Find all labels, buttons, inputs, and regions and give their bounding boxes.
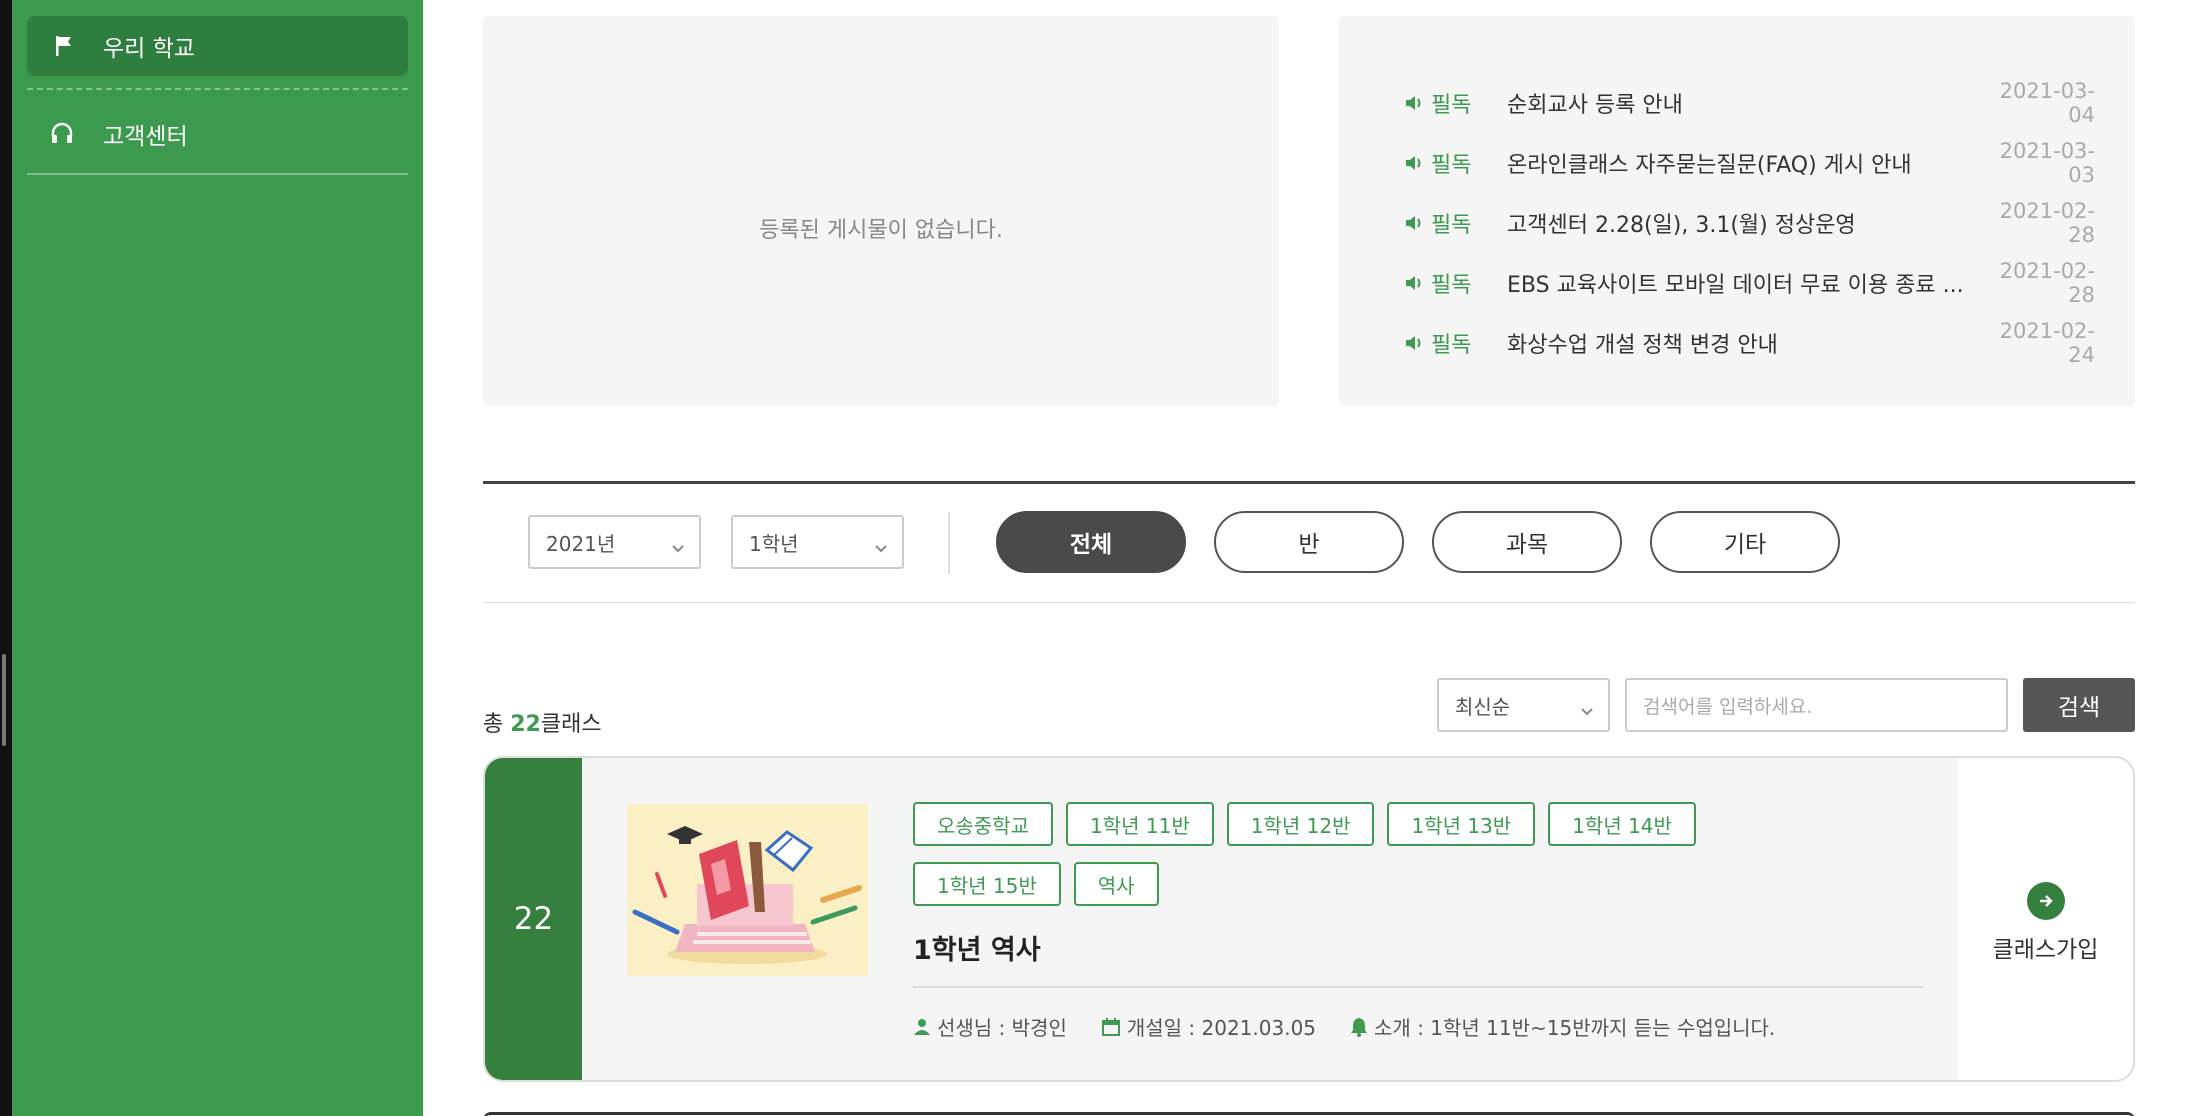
total-count: 총 22클래스 <box>483 706 602 738</box>
sort-select[interactable]: 최신순 <box>1437 678 1610 732</box>
notice-date: 2021-02-24 <box>1999 319 2095 367</box>
must-read-badge: 필독 <box>1405 87 1507 119</box>
grade-select-value: 1학년 <box>749 531 799 556</box>
flag-icon <box>49 31 79 61</box>
tag-subject: 역사 <box>1073 862 1159 906</box>
window-edge <box>0 0 12 1116</box>
card-divider <box>913 986 1923 988</box>
notice-item[interactable]: 필독 순회교사 등록 안내 2021-03-04 <box>1405 73 2095 133</box>
notice-date: 2021-02-28 <box>1999 199 2095 247</box>
sort-select-value: 최신순 <box>1455 694 1511 719</box>
headset-icon <box>47 119 77 149</box>
notice-item[interactable]: 필독 온라인클래스 자주묻는질문(FAQ) 게시 안내 2021-03-03 <box>1405 133 2095 193</box>
section-divider <box>483 481 2135 484</box>
sidebar-divider <box>27 88 408 90</box>
tag-class: 1학년 14반 <box>1548 802 1696 846</box>
empty-message: 등록된 게시물이 없습니다. <box>759 218 1003 243</box>
sidebar-item-label: 우리 학교 <box>103 36 195 62</box>
bell-icon <box>1351 1017 1368 1037</box>
notice-item[interactable]: 필독 고객센터 2.28(일), 3.1(월) 정상운영 2021-02-28 <box>1405 193 2095 253</box>
tab-other[interactable]: 기타 <box>1650 511 1840 573</box>
tab-all[interactable]: 전체 <box>996 511 1186 573</box>
class-title[interactable]: 1학년 역사 <box>913 928 1041 967</box>
class-card[interactable]: 22 오송중학교 1학년 11반 1학년 12반 1학년 13반 1학년 14반… <box>483 756 2135 1082</box>
search-button[interactable]: 검색 <box>2023 678 2135 732</box>
sidebar-item-customer-center[interactable]: 고객센터 <box>27 104 408 164</box>
tab-class[interactable]: 반 <box>1214 511 1404 573</box>
badge-label: 필독 <box>1431 333 1472 358</box>
must-read-badge: 필독 <box>1405 327 1507 359</box>
join-class-button[interactable]: 클래스가입 <box>1958 882 2133 964</box>
sidebar-item-our-school[interactable]: 우리 학교 <box>27 16 408 76</box>
class-meta: 선생님 : 박경인 개설일 : 2021.03.05 소개 : 1학년 11반~… <box>913 1012 1809 1041</box>
sidebar: 우리 학교 고객센터 <box>12 0 423 1116</box>
must-read-badge: 필독 <box>1405 147 1507 179</box>
teacher-text: 선생님 : 박경인 <box>937 1016 1067 1040</box>
badge-label: 필독 <box>1431 93 1472 118</box>
filter-separator <box>948 512 950 574</box>
next-class-card[interactable] <box>483 1112 2135 1116</box>
badge-label: 필독 <box>1431 213 1472 238</box>
page: 우리 학교 고객센터 등록된 게시물이 없습니다. 필독 순회교사 등록 안내 … <box>0 0 2186 1116</box>
join-column: 클래스가입 <box>1958 758 2133 1080</box>
tag-class: 1학년 13반 <box>1387 802 1536 846</box>
school-board-panel: 등록된 게시물이 없습니다. <box>483 16 1279 406</box>
join-class-label: 클래스가입 <box>1992 937 2099 963</box>
tag-class: 1학년 12반 <box>1226 802 1375 846</box>
notice-date: 2021-02-28 <box>1999 259 2095 307</box>
tag-class: 1학년 15반 <box>913 862 1061 906</box>
open-date-info: 개설일 : 2021.03.05 <box>1101 1012 1316 1041</box>
tag-school: 오송중학교 <box>913 802 1053 846</box>
teacher-info: 선생님 : 박경인 <box>913 1012 1067 1041</box>
calendar-icon <box>1101 1017 1120 1036</box>
open-date-text: 개설일 : 2021.03.05 <box>1126 1016 1317 1040</box>
notice-title[interactable]: EBS 교육사이트 모바일 데이터 무료 이용 종료 ... <box>1507 267 1985 299</box>
tab-subject[interactable]: 과목 <box>1432 511 1622 573</box>
notice-list: 필독 순회교사 등록 안내 2021-03-04 필독 온라인클래스 자주묻는질… <box>1405 73 2095 373</box>
resize-handle[interactable] <box>2 654 6 746</box>
speaker-icon <box>1405 334 1425 352</box>
search-input[interactable]: 검색어를 입력하세요. <box>1625 678 2008 732</box>
speaker-icon <box>1405 214 1425 232</box>
chevron-down-icon <box>874 535 888 559</box>
chevron-down-icon <box>1580 698 1594 722</box>
notice-title[interactable]: 온라인클래스 자주묻는질문(FAQ) 게시 안내 <box>1507 147 1985 179</box>
intro-info: 소개 : 1학년 11반~15반까지 듣는 수업입니다. <box>1350 1012 1775 1041</box>
speaker-icon <box>1405 94 1425 112</box>
class-tags: 오송중학교 1학년 11반 1학년 12반 1학년 13반 1학년 14반 1학… <box>913 802 1813 906</box>
class-thumbnail <box>627 804 868 976</box>
notice-item[interactable]: 필독 EBS 교육사이트 모바일 데이터 무료 이용 종료 ... 2021-0… <box>1405 253 2095 313</box>
notice-title[interactable]: 고객센터 2.28(일), 3.1(월) 정상운영 <box>1507 207 1985 239</box>
notice-item[interactable]: 필독 화상수업 개설 정책 변경 안내 2021-02-24 <box>1405 313 2095 373</box>
year-select[interactable]: 2021년 <box>528 515 701 569</box>
speaker-icon <box>1405 154 1425 172</box>
badge-label: 필독 <box>1431 153 1472 178</box>
badge-label: 필독 <box>1431 273 1472 298</box>
sidebar-item-label: 고객센터 <box>103 124 188 150</box>
class-number: 22 <box>485 758 582 1080</box>
intro-text: 소개 : 1학년 11반~15반까지 듣는 수업입니다. <box>1374 1016 1776 1040</box>
speaker-icon <box>1405 274 1425 292</box>
tag-class: 1학년 11반 <box>1066 802 1214 846</box>
total-prefix: 총 <box>483 712 511 737</box>
notice-date: 2021-03-04 <box>1999 79 2095 127</box>
notice-title[interactable]: 순회교사 등록 안내 <box>1507 87 1985 119</box>
total-number: 22 <box>510 712 541 737</box>
chevron-down-icon <box>671 535 685 559</box>
arrow-right-icon <box>2026 882 2065 920</box>
must-read-badge: 필독 <box>1405 207 1507 239</box>
notice-title[interactable]: 화상수업 개설 정책 변경 안내 <box>1507 327 1985 359</box>
must-read-badge: 필독 <box>1405 267 1507 299</box>
sidebar-divider <box>27 173 408 175</box>
year-select-value: 2021년 <box>546 531 616 556</box>
filter-divider <box>483 602 2135 603</box>
notice-panel: 필독 순회교사 등록 안내 2021-03-04 필독 온라인클래스 자주묻는질… <box>1339 16 2135 406</box>
person-icon <box>914 1018 930 1035</box>
total-suffix: 클래스 <box>540 712 602 737</box>
notice-date: 2021-03-03 <box>1999 139 2095 187</box>
grade-select[interactable]: 1학년 <box>731 515 904 569</box>
